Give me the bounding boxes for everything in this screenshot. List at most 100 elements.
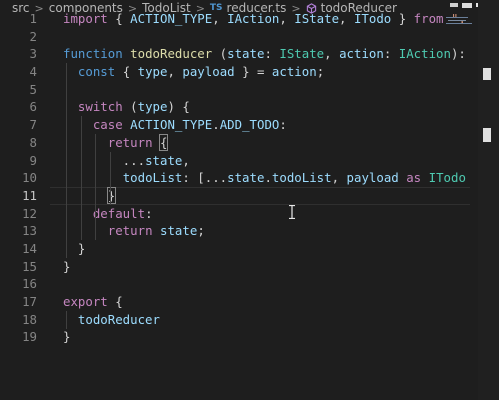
code-token: . (212, 117, 220, 133)
scrollbar-marker (483, 68, 491, 80)
code-token: } (63, 329, 71, 345)
code-line[interactable]: 11 } (0, 186, 470, 205)
code-token: IAction (227, 11, 280, 26)
code-token: : (264, 46, 280, 62)
code-token: ITodo (353, 11, 392, 26)
code-token: } (63, 258, 71, 274)
code-token: , (339, 11, 354, 26)
code-line[interactable]: 4 const { type, payload } = action; (0, 63, 470, 81)
code-line[interactable]: 7 case ACTION_TYPE.ADD_TODO: (0, 116, 470, 134)
code-token: ; (316, 64, 325, 80)
code-token: ... (63, 152, 146, 168)
line-number: 8 (29, 134, 37, 150)
code-token: ( (122, 99, 138, 115)
code-text: return state; (63, 222, 205, 240)
code-token: state (227, 170, 265, 186)
code-text: } (63, 258, 70, 276)
line-number: 6 (29, 99, 37, 115)
code-token: , (212, 11, 228, 26)
code-token: todoReducer (130, 46, 213, 62)
code-token: ACTION_TYPE (130, 117, 213, 133)
code-text: todoList: [...state.todoList, payload as… (63, 169, 466, 187)
code-line[interactable]: 14 } (0, 240, 470, 258)
code-text: return { (63, 133, 169, 152)
code-token: ADD_TODO (219, 117, 280, 133)
code-token: state (145, 152, 183, 168)
code-text: case ACTION_TYPE.ADD_TODO: (63, 116, 287, 134)
indent-guide (110, 151, 111, 205)
code-token: ACTION_TYPE (130, 11, 213, 26)
code-token: , (331, 170, 347, 186)
code-text: switch (type) { (63, 98, 190, 116)
code-token: . (264, 170, 272, 186)
code-line[interactable]: 9 ...state, (0, 152, 470, 170)
indent-guide (81, 116, 82, 241)
code-token: action (271, 64, 317, 80)
code-line[interactable]: 6 switch (type) { (0, 98, 470, 116)
minimap[interactable] (446, 17, 476, 27)
code-line[interactable]: 12 default: (0, 205, 470, 223)
code-token: type (137, 99, 168, 115)
code-token: { (158, 133, 169, 151)
code-token: type (137, 64, 168, 80)
code-token: switch (77, 99, 123, 115)
scrollbar-marker (483, 128, 491, 142)
line-number: 16 (22, 276, 37, 292)
vertical-scrollbar[interactable] (478, 0, 499, 400)
code-line[interactable]: 17 export { (0, 293, 470, 311)
code-token: ): (450, 46, 466, 62)
line-number: 7 (29, 117, 37, 133)
line-number: 15 (22, 258, 37, 274)
code-line[interactable]: 10 todoList: [...state.todoList, payload… (0, 169, 470, 187)
code-text: } (63, 186, 117, 205)
line-number: 3 (29, 46, 37, 62)
code-area[interactable]: 1 import { ACTION_TYPE, IAction, IState, … (0, 10, 470, 346)
code-token: state (227, 46, 265, 62)
line-number: 9 (29, 152, 37, 168)
line-number: 14 (22, 240, 37, 256)
code-token: { (107, 11, 131, 26)
code-token: , (279, 11, 295, 26)
code-text: import { ACTION_TYPE, IAction, IState, I… (63, 10, 466, 28)
code-line[interactable]: 3 function todoReducer (state: IState, ac… (0, 45, 470, 63)
code-line[interactable]: 15} (0, 258, 470, 276)
code-token: IState (294, 11, 340, 26)
code-line[interactable]: 2 (0, 28, 470, 46)
code-token: } = (234, 64, 272, 80)
code-line[interactable]: 5 (0, 81, 470, 99)
line-number: 11 (22, 187, 37, 203)
code-token: state (160, 223, 198, 239)
line-number: 5 (29, 81, 37, 97)
code-token: , (182, 152, 190, 168)
code-text: ...state, (63, 152, 190, 170)
line-number: 13 (22, 223, 37, 239)
code-token: as (406, 170, 422, 186)
code-token: : [... (182, 170, 228, 186)
code-token: todoReducer (77, 311, 160, 327)
code-line[interactable]: 8 return { (0, 133, 470, 152)
code-text: default: (63, 205, 153, 223)
code-token: { (107, 294, 123, 309)
code-text: const { type, payload } = action; (63, 63, 324, 81)
code-token: , (324, 46, 340, 62)
code-token: ; (197, 223, 205, 239)
code-token: ) { (167, 99, 190, 115)
code-token: return (107, 134, 153, 150)
code-token: case (92, 117, 123, 133)
code-token: IAction (398, 46, 451, 62)
code-line[interactable]: 16 (0, 275, 470, 293)
code-token: action (339, 46, 384, 62)
code-line[interactable]: 19} (0, 328, 470, 346)
line-number: 19 (22, 329, 37, 345)
code-token: : (383, 46, 399, 62)
code-text: } (63, 328, 70, 346)
code-line[interactable]: 18 todoReducer (0, 311, 470, 329)
text-cursor-icon (289, 205, 295, 219)
code-line[interactable]: 13 return state; (0, 222, 470, 240)
code-token: } (106, 186, 117, 204)
code-line[interactable]: 1 import { ACTION_TYPE, IAction, IState, … (0, 10, 470, 28)
code-editor[interactable]: src > components > TodoList > TS reducer… (0, 0, 499, 400)
